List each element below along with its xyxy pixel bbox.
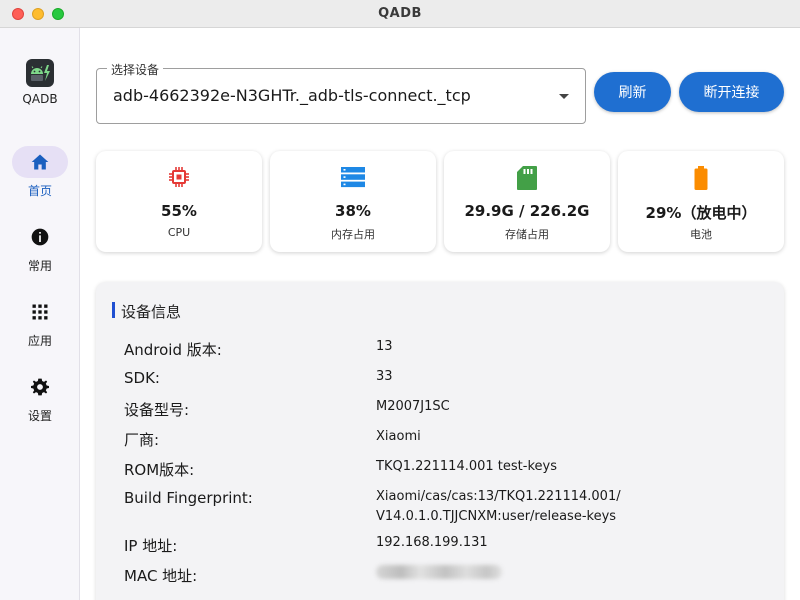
cpu-stat-label: CPU bbox=[167, 226, 191, 239]
info-value: 33 bbox=[376, 369, 393, 384]
nav-item-home[interactable]: 首页 bbox=[0, 146, 80, 199]
info-key: IP 地址: bbox=[124, 537, 178, 555]
info-key: MAC 地址: bbox=[124, 567, 198, 585]
storage-stat-value: 29.9G / 226.2G bbox=[464, 202, 590, 220]
info-key: Android 版本: bbox=[124, 341, 222, 359]
memory-stat-card: 38% 内存占用 bbox=[270, 151, 436, 252]
memory-stat-value: 38% bbox=[335, 202, 371, 220]
apps-grid-icon bbox=[32, 304, 48, 320]
nav-label-apps: 应用 bbox=[27, 334, 52, 348]
disconnect-button[interactable]: 断开连接 bbox=[679, 72, 784, 112]
cpu-stat-card: 55% CPU bbox=[96, 151, 262, 252]
info-value: TKQ1.221114.001 test-keys bbox=[376, 459, 557, 474]
battery-stat-card: 29%（放电中） 电池 bbox=[618, 151, 784, 252]
redacted-mac-value bbox=[376, 565, 502, 579]
home-icon bbox=[31, 154, 49, 170]
battery-icon bbox=[694, 166, 708, 190]
info-value: Xiaomi/cas/cas:13/TKQ1.221114.001/ V14.0… bbox=[376, 487, 621, 527]
app-name: QADB bbox=[22, 92, 58, 106]
info-value: M2007J1SC bbox=[376, 399, 450, 414]
refresh-button[interactable]: 刷新 bbox=[594, 72, 671, 112]
window-titlebar: QADB bbox=[0, 0, 800, 28]
nav-item-common[interactable]: 常用 bbox=[0, 221, 80, 274]
nav-item-apps[interactable]: 应用 bbox=[0, 296, 80, 349]
info-key: ROM版本: bbox=[124, 461, 195, 479]
device-select-label: 选择设备 bbox=[107, 61, 164, 78]
battery-stat-value: 29%（放电中） bbox=[645, 204, 757, 222]
minimize-window-button[interactable] bbox=[32, 8, 44, 20]
app-logo-icon bbox=[26, 59, 54, 87]
info-key: 厂商: bbox=[124, 431, 160, 449]
memory-stat-label: 内存占用 bbox=[331, 228, 375, 241]
battery-stat-label: 电池 bbox=[690, 228, 712, 241]
device-info-title: 设备信息 bbox=[121, 303, 182, 321]
sidebar: QADB 首页 常用 应用 设置 bbox=[0, 28, 80, 600]
nav-label-common: 常用 bbox=[27, 259, 52, 273]
info-value: Xiaomi bbox=[376, 429, 421, 444]
info-value: 13 bbox=[376, 339, 393, 354]
info-key: 设备型号: bbox=[124, 401, 190, 419]
info-key: Build Fingerprint: bbox=[124, 489, 253, 507]
info-value-line: V14.0.1.0.TJJCNXM:user/release-keys bbox=[376, 509, 617, 524]
device-select-value: adb-4662392e-N3GHTr._adb-tls-connect._tc… bbox=[113, 86, 471, 105]
cpu-stat-value: 55% bbox=[161, 202, 197, 220]
chevron-down-icon[interactable] bbox=[559, 94, 569, 99]
storage-stack-icon bbox=[341, 167, 365, 188]
info-value-line: Xiaomi/cas/cas:13/TKQ1.221114.001/ bbox=[376, 489, 621, 504]
nav-label-settings: 设置 bbox=[27, 409, 52, 423]
gear-icon bbox=[31, 378, 49, 396]
info-key: SDK: bbox=[124, 369, 160, 387]
info-icon bbox=[31, 228, 49, 246]
sd-card-icon bbox=[517, 166, 537, 190]
nav-label-home: 首页 bbox=[27, 184, 52, 198]
window-controls bbox=[12, 8, 64, 20]
info-value: 192.168.199.131 bbox=[376, 535, 488, 550]
device-info-card: 设备信息 Android 版本: 13 SDK: 33 设备型号: M2007J… bbox=[96, 282, 784, 600]
close-window-button[interactable] bbox=[12, 8, 24, 20]
nav-item-settings[interactable]: 设置 bbox=[0, 371, 80, 424]
storage-stat-card: 29.9G / 226.2G 存储占用 bbox=[444, 151, 610, 252]
storage-stat-label: 存储占用 bbox=[505, 228, 549, 241]
device-select[interactable]: 选择设备 adb-4662392e-N3GHTr._adb-tls-connec… bbox=[96, 61, 586, 124]
maximize-window-button[interactable] bbox=[52, 8, 64, 20]
section-accent-bar bbox=[112, 302, 115, 318]
cpu-icon bbox=[169, 167, 189, 187]
window-title: QADB bbox=[378, 6, 422, 21]
